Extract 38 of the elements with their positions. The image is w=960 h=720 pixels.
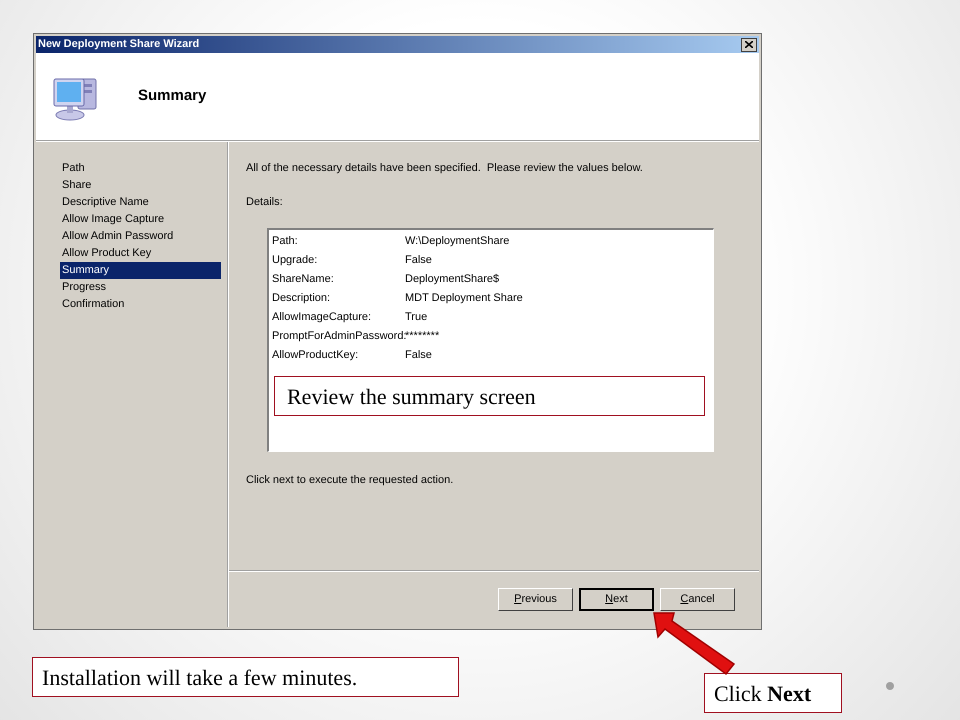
detail-name: ShareName: <box>272 272 335 288</box>
detail-value: MDT Deployment Share <box>405 291 523 306</box>
bullet-dot-icon <box>886 682 894 690</box>
close-icon <box>745 41 753 48</box>
step-item[interactable]: Allow Product Key <box>60 245 221 262</box>
detail-value: False <box>405 348 432 364</box>
page-title: Summary <box>138 86 206 106</box>
detail-name: Upgrade: <box>272 253 318 268</box>
wizard-button[interactable]: Cancel <box>660 588 735 611</box>
step-item[interactable]: Allow Image Capture <box>60 211 221 228</box>
step-item[interactable]: Progress <box>60 279 221 296</box>
window-title: New Deployment Share Wizard <box>38 37 200 52</box>
detail-value: False <box>405 253 432 268</box>
step-item[interactable]: Descriptive Name <box>60 194 221 211</box>
detail-name: AllowImageCapture: <box>272 310 372 326</box>
detail-name: PromptForAdminPassword: <box>272 329 405 344</box>
instruction-text: Click next to execute the requested action. <box>246 473 454 488</box>
callout-text: Installation will take a few minutes. <box>32 657 459 697</box>
detail-value: True <box>405 310 428 326</box>
step-item[interactable]: Allow Admin Password <box>60 228 221 245</box>
intro-text: All of the necessary details have been specified. Please review the values below. <box>246 161 644 176</box>
details-label: Details: <box>246 194 284 210</box>
close-button[interactable] <box>741 38 757 52</box>
detail-value: ******** <box>405 329 440 344</box>
wizard-button[interactable]: Previous <box>498 588 573 611</box>
step-item[interactable]: Share <box>60 177 221 194</box>
detail-name: Path: <box>272 234 299 250</box>
callout-text: Review the summary screen <box>274 376 705 416</box>
step-item[interactable]: Confirmation <box>60 296 221 313</box>
detail-value: W:\DeploymentShare <box>405 234 510 250</box>
step-item[interactable]: Path <box>60 160 221 177</box>
detail-name: AllowProductKey: <box>272 348 360 364</box>
step-item[interactable]: Summary <box>60 262 221 279</box>
arrow-icon <box>650 612 736 676</box>
callout-text: Click Next <box>704 673 842 713</box>
detail-name: Description: <box>272 291 332 306</box>
wizard-button[interactable]: Next <box>579 588 654 611</box>
detail-value: DeploymentShare$ <box>405 272 500 288</box>
